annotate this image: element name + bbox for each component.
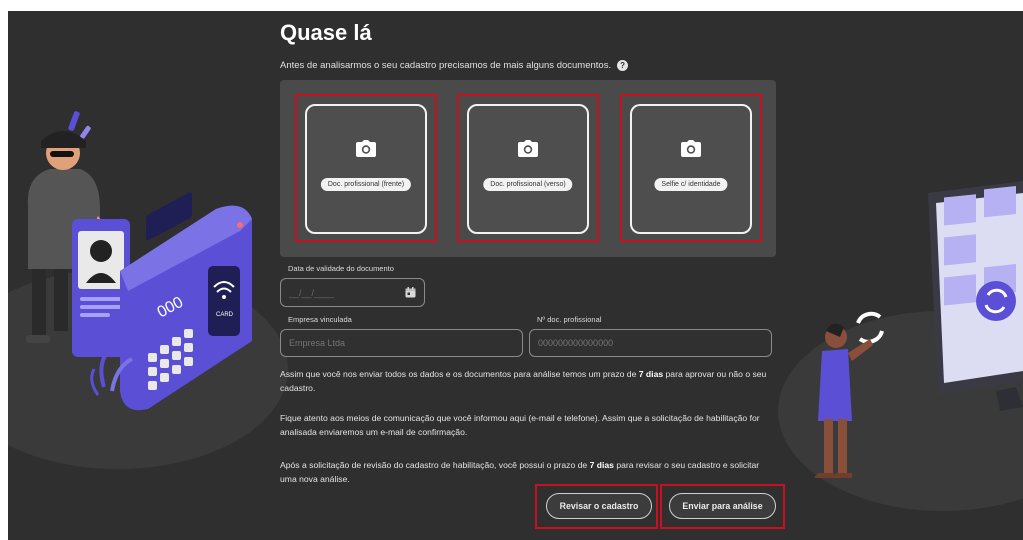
info-text: Assim que você nos enviar todos os dados… [280,369,639,379]
camera-icon [518,140,538,157]
woman-monitor-illustration [814,181,1023,478]
upload-doc-back-label: Doc. profissional (verso) [483,178,573,191]
spy-card-reader-illustration: 000 CARD [26,111,252,411]
validity-label: Data de validade do documento [288,264,394,273]
question-circle-icon[interactable]: ? [617,60,629,71]
doc-number-input[interactable] [529,329,772,357]
calendar-icon[interactable] [405,287,416,298]
info-deadline-bold: 7 dias [589,460,614,470]
card-label-text: CARD [216,312,234,318]
page-title: Quase lá [280,20,372,45]
submit-for-analysis-button[interactable]: Enviar para análise [669,493,776,519]
upload-doc-front-label: Doc. profissional (frente) [320,178,412,191]
document-upload-panel: Doc. profissional (frente) Doc. profissi… [280,80,776,257]
validity-date-field[interactable]: __/__/____ [280,278,425,307]
page-frame: 000 CARD Quase lá Antes de analisarmos o… [8,11,1023,540]
upload-selfie-label: Selfie c/ identidade [654,178,728,191]
info-text: Após a solicitação de revisão do cadastr… [280,460,590,470]
subtitle-text: Antes de analisarmos o seu cadastro prec… [280,60,612,71]
upload-doc-back-button[interactable]: Doc. profissional (verso) [467,104,589,234]
info-paragraph-deadline: Assim que você nos enviar todos os dados… [280,367,770,395]
camera-icon [356,140,376,157]
company-input[interactable] [280,329,523,357]
upload-selfie-button[interactable]: Selfie c/ identidade [630,104,752,234]
page-subtitle: Antes de analisarmos o seu cadastro prec… [280,60,629,71]
company-label: Empresa vinculada [288,315,352,324]
validity-placeholder: __/__/____ [289,287,335,298]
info-paragraph-review: Após a solicitação de revisão do cadastr… [280,458,770,486]
review-registration-button[interactable]: Revisar o cadastro [546,493,652,519]
info-deadline-bold: 7 dias [638,369,664,379]
camera-icon [681,140,701,157]
info-text: Fique atento aos meios de comunicação qu… [280,413,760,437]
upload-doc-front-button[interactable]: Doc. profissional (frente) [305,104,427,234]
doc-number-label: Nº doc. profissional [537,315,602,324]
info-paragraph-contact: Fique atento aos meios de comunicação qu… [280,411,770,439]
